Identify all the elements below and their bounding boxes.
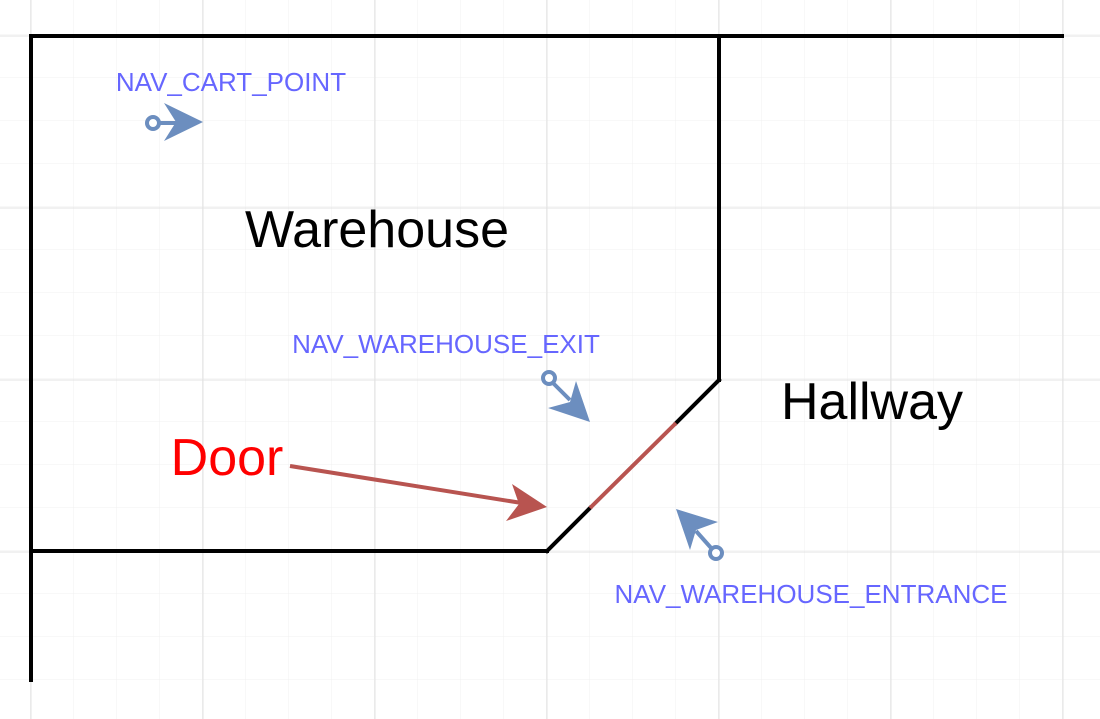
door-label: Door — [171, 429, 284, 487]
room-label-warehouse: Warehouse — [245, 201, 509, 259]
floor-plan-diagram: Warehouse Hallway Door NAV_CART_POINT NA… — [0, 0, 1100, 719]
room-label-hallway: Hallway — [781, 373, 963, 431]
nav-cart-point-label: NAV_CART_POINT — [116, 67, 346, 97]
nav-warehouse-entrance-label: NAV_WAREHOUSE_ENTRANCE — [615, 579, 1008, 609]
nav-warehouse-exit-label: NAV_WAREHOUSE_EXIT — [292, 329, 600, 359]
background-grid — [0, 0, 1100, 719]
